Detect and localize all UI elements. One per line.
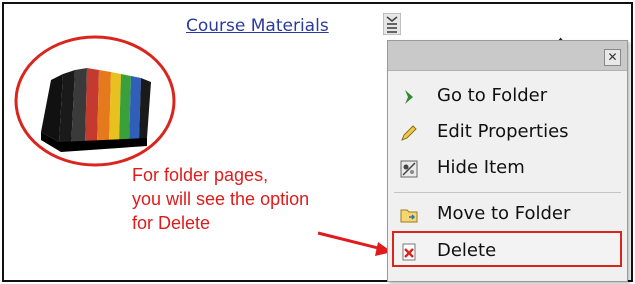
close-icon[interactable]: ✕ [604,49,621,66]
annotation-line-2: you will see the option [132,189,310,209]
menu-item-label: Delete [437,240,497,261]
menu-item-label: Go to Folder [437,85,548,106]
chevron-right-icon [405,90,413,104]
folder-organizer-image [14,35,176,167]
menu-item-go-to-folder[interactable]: Go to Folder [388,79,627,113]
menu-item-label: Hide Item [437,157,525,178]
menu-item-edit-properties[interactable]: Edit Properties [388,115,627,149]
annotation-line-3: for Delete [132,213,211,233]
delete-icon [402,243,416,261]
context-menu-header: ✕ [388,41,627,71]
course-materials-link[interactable]: Course Materials [186,16,329,36]
menu-item-label: Edit Properties [437,121,569,142]
context-menu: ✕ Go to Folder Edit Properties Hide Item… [387,40,628,282]
item-menu-icon[interactable] [383,13,401,35]
folder-icon [400,209,418,223]
menu-item-move-to-folder[interactable]: Move to Folder [388,197,627,231]
menu-item-label: Move to Folder [437,203,571,224]
pencil-icon [401,125,417,141]
menu-item-hide-item[interactable]: Hide Item [388,151,627,185]
annotation-line-1: For folder pages, [132,165,269,185]
instruction-annotation: For folder pages, you will see the optio… [132,163,392,235]
menu-item-delete[interactable]: Delete [388,234,627,268]
hide-icon [400,160,418,178]
menu-separator [394,192,621,193]
